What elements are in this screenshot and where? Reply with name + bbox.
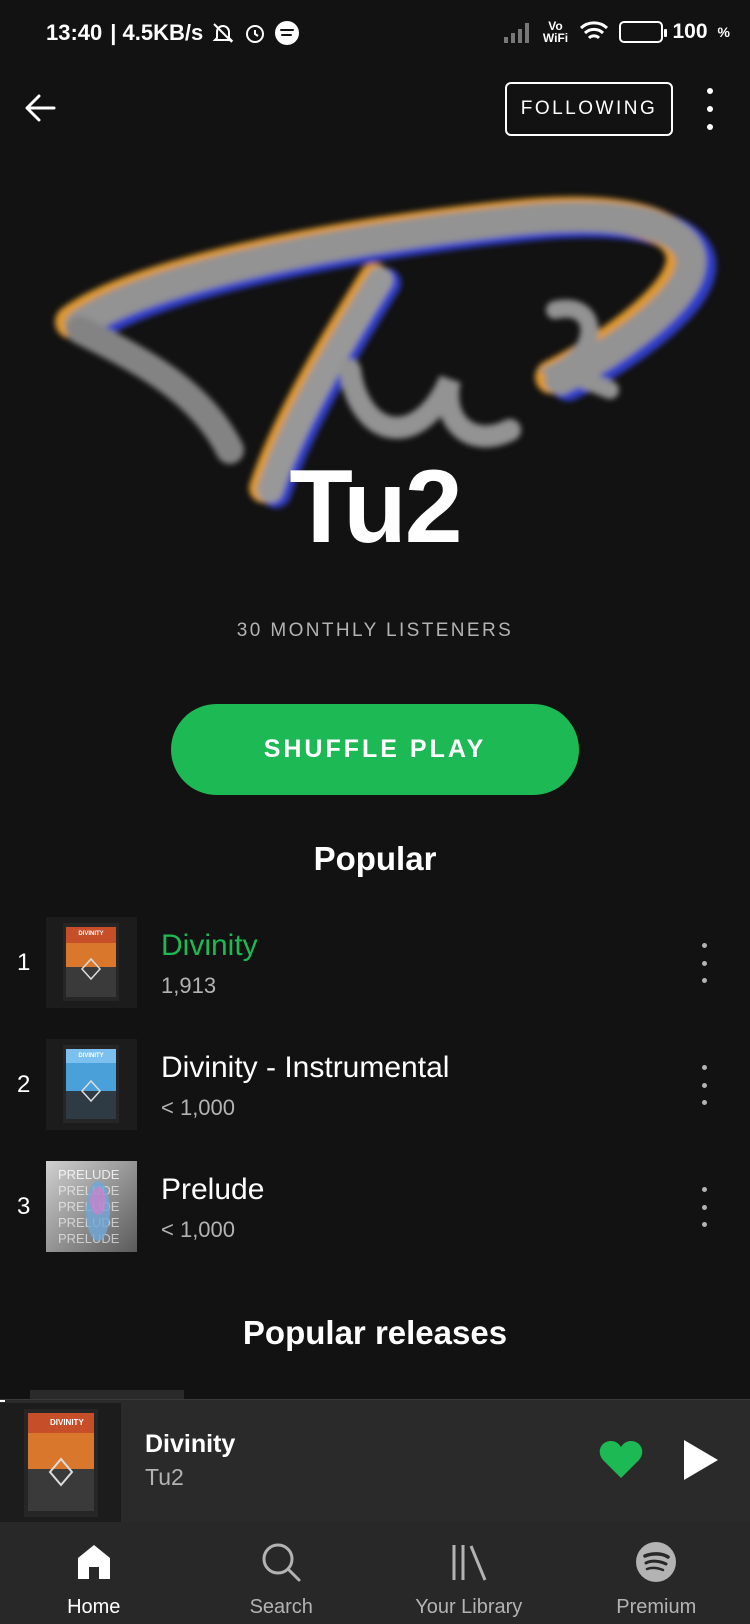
library-icon — [452, 1545, 487, 1581]
network-speed: | 4.5KB/s — [110, 20, 204, 45]
back-arrow-icon[interactable] — [20, 88, 60, 128]
track-row[interactable]: 1 DIVINITY Divinity 1,913 — [0, 917, 750, 1013]
tab-home[interactable]: Home — [0, 1522, 188, 1624]
search-icon — [262, 1543, 301, 1582]
track-plays: < 1,000 — [161, 1217, 236, 1242]
status-right: Vo WiFi 100 % — [503, 19, 730, 45]
home-icon — [77, 1545, 110, 1579]
heart-icon[interactable] — [598, 1438, 644, 1480]
tab-label: Home — [67, 1596, 121, 1618]
shuffle-play-button[interactable]: SHUFFLE PLAY — [171, 704, 579, 795]
album-art: DIVINITY — [46, 1039, 137, 1130]
svg-text:DIVINITY: DIVINITY — [78, 931, 103, 937]
track-more-icon[interactable] — [698, 1187, 710, 1227]
vowifi-indicator: Vo WiFi — [542, 19, 569, 45]
track-rank: 3 — [17, 1193, 31, 1220]
tab-search[interactable]: Search — [188, 1522, 376, 1624]
track-title: Divinity — [161, 929, 258, 962]
following-button[interactable]: FOLLOWING — [505, 82, 673, 136]
tab-label: Premium — [616, 1596, 697, 1618]
track-more-icon[interactable] — [698, 1065, 710, 1105]
bell-off-icon — [212, 23, 234, 43]
svg-text:PRELUDE: PRELUDE — [58, 1167, 120, 1182]
now-playing-artist: Tu2 — [145, 1464, 184, 1490]
track-plays: < 1,000 — [161, 1095, 236, 1120]
track-plays: 1,913 — [161, 973, 217, 998]
wifi-icon — [579, 21, 608, 40]
track-row[interactable]: 2 DIVINITY Divinity - Instrumental < 1,0… — [0, 1039, 750, 1135]
tab-label: Search — [249, 1596, 313, 1618]
svg-text:DIVINITY: DIVINITY — [78, 1053, 103, 1059]
clock: 13:40 — [46, 20, 103, 45]
popular-releases-title: Popular releases — [242, 1314, 508, 1351]
spotify-icon — [636, 1542, 677, 1582]
track-rank: 1 — [17, 949, 31, 976]
svg-text:DIVINITY: DIVINITY — [50, 1418, 84, 1427]
play-icon[interactable] — [680, 1438, 720, 1482]
popular-section-title: Popular — [313, 840, 437, 877]
artist-top-bar: FOLLOWING — [0, 78, 750, 138]
battery-level: 100 — [672, 20, 708, 43]
now-playing-art: DIVINITY — [0, 1403, 121, 1523]
tab-label: Your Library — [415, 1596, 523, 1618]
tab-library[interactable]: Your Library — [375, 1522, 563, 1624]
album-art: DIVINITY — [46, 917, 137, 1008]
more-options-icon[interactable] — [700, 86, 720, 132]
battery-percent-sign: % — [717, 24, 730, 40]
spotify-icon — [275, 21, 300, 45]
signal-icon — [503, 23, 529, 43]
track-title: Prelude — [161, 1173, 265, 1206]
now-playing-title: Divinity — [145, 1430, 236, 1458]
track-title: Divinity - Instrumental — [161, 1051, 450, 1084]
monthly-listeners: 30 MONTHLY LISTENERS — [236, 620, 514, 641]
bottom-navigation: Home Search Your Library Premium — [0, 1522, 750, 1624]
track-row[interactable]: 3 PRELUDE PRELUDE PRELUDE PRELUDE PRELUD… — [0, 1161, 750, 1257]
track-more-icon[interactable] — [698, 943, 710, 983]
tab-premium[interactable]: Premium — [563, 1522, 750, 1624]
album-art: PRELUDE PRELUDE PRELUDE PRELUDE PRELUDE — [46, 1161, 137, 1252]
artist-name: Tu2 — [289, 449, 462, 565]
playback-progress — [0, 1400, 5, 1402]
track-rank: 2 — [17, 1071, 31, 1098]
status-bar: 13:40 | 4.5KB/s Vo WiFi 100 % — [0, 0, 750, 70]
now-playing-bar[interactable]: DIVINITY Divinity Tu2 — [0, 1399, 750, 1523]
alarm-icon — [246, 25, 265, 43]
status-left: 13:40 | 4.5KB/s — [46, 20, 300, 46]
svg-text:PRELUDE: PRELUDE — [58, 1231, 120, 1246]
battery-icon — [618, 21, 667, 43]
